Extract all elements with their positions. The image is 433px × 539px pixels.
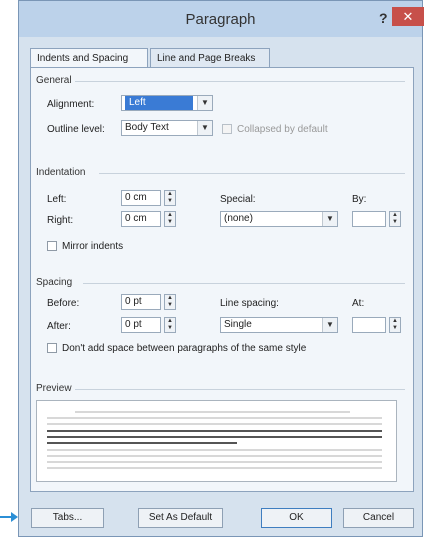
spacing-before-label: Before:	[47, 298, 80, 309]
spacing-section-title: Spacing	[36, 277, 73, 288]
ok-button-label: OK	[289, 512, 304, 523]
cancel-button-label: Cancel	[362, 512, 395, 523]
general-divider	[75, 81, 405, 82]
indent-right-value: 0 cm	[125, 213, 147, 224]
title-bar[interactable]: Paragraph ? ✕	[19, 1, 424, 37]
line-spacing-label: Line spacing:	[220, 298, 279, 309]
dont-add-space-checkbox[interactable]	[47, 343, 57, 353]
preview-section-title: Preview	[36, 383, 72, 394]
indent-right-input[interactable]: 0 cm	[121, 211, 161, 227]
preview-line	[47, 442, 237, 444]
preview-line	[47, 461, 382, 463]
collapsed-by-default-checkbox[interactable]	[222, 124, 232, 134]
preview-line	[47, 423, 382, 425]
preview-line	[75, 411, 350, 413]
close-button[interactable]: ✕	[392, 7, 424, 26]
indent-left-input[interactable]: 0 cm	[121, 190, 161, 206]
spacing-after-input[interactable]: 0 pt	[121, 317, 161, 333]
alignment-dropdown[interactable]: Left ▼	[121, 95, 213, 111]
special-dropdown[interactable]: (none) ▼	[220, 211, 338, 227]
at-label: At:	[352, 298, 365, 309]
preview-line	[47, 436, 382, 438]
preview-line	[47, 467, 382, 469]
indent-left-label: Left:	[47, 194, 67, 205]
chevron-down-icon: ▼	[322, 318, 337, 332]
indentation-section-title: Indentation	[36, 167, 86, 178]
set-as-default-button-label: Set As Default	[148, 512, 213, 523]
indent-right-label: Right:	[47, 215, 74, 226]
preview-line	[47, 417, 382, 419]
general-section-title: General	[36, 75, 72, 86]
by-spinner[interactable]: ▲ ▼	[389, 211, 401, 227]
line-spacing-value: Single	[224, 319, 252, 330]
tab-indents-and-spacing-label: Indents and Spacing	[37, 53, 129, 64]
alignment-value: Left	[125, 96, 193, 110]
pointer-arrow-icon	[11, 512, 18, 522]
preview-line	[47, 455, 382, 457]
dont-add-space-label: Don't add space between paragraphs of th…	[62, 343, 307, 354]
at-spinner[interactable]: ▲ ▼	[389, 317, 401, 333]
cancel-button[interactable]: Cancel	[343, 508, 414, 528]
indent-left-spinner[interactable]: ▲ ▼	[164, 190, 176, 206]
mirror-indents-checkbox[interactable]	[47, 241, 57, 251]
outline-level-label: Outline level:	[47, 124, 105, 135]
spacing-divider	[83, 283, 405, 284]
paragraph-dialog: Paragraph ? ✕ Indents and Spacing Line a…	[18, 0, 424, 537]
preview-line	[47, 430, 382, 432]
indent-right-spinner[interactable]: ▲ ▼	[164, 211, 176, 227]
chevron-down-icon: ▼	[197, 121, 212, 135]
ok-button[interactable]: OK	[261, 508, 332, 528]
mirror-indents-label: Mirror indents	[62, 241, 124, 252]
window-title: Paragraph	[185, 11, 256, 28]
line-spacing-dropdown[interactable]: Single ▼	[220, 317, 338, 333]
by-label: By:	[352, 194, 367, 205]
alignment-label: Alignment:	[47, 99, 95, 110]
tab-line-and-page-breaks-label: Line and Page Breaks	[157, 53, 256, 64]
preview-pane	[36, 400, 397, 482]
indentation-divider	[99, 173, 405, 174]
tab-line-and-page-breaks[interactable]: Line and Page Breaks	[150, 48, 270, 68]
tabs-button[interactable]: Tabs...	[31, 508, 104, 528]
tabs-button-label: Tabs...	[52, 512, 83, 523]
chevron-down-icon: ▼	[197, 96, 212, 110]
at-input[interactable]	[352, 317, 386, 333]
spacing-after-spinner[interactable]: ▲ ▼	[164, 317, 176, 333]
collapsed-by-default-label: Collapsed by default	[237, 124, 328, 135]
spacing-after-label: After:	[47, 321, 71, 332]
preview-line	[47, 449, 382, 451]
spacing-before-input[interactable]: 0 pt	[121, 294, 161, 310]
indent-left-value: 0 cm	[125, 192, 147, 203]
set-as-default-button[interactable]: Set As Default	[138, 508, 223, 528]
spacing-before-spinner[interactable]: ▲ ▼	[164, 294, 176, 310]
special-label: Special:	[220, 194, 256, 205]
outline-level-dropdown[interactable]: Body Text ▼	[121, 120, 213, 136]
outline-level-value: Body Text	[125, 122, 169, 133]
tab-indents-and-spacing[interactable]: Indents and Spacing	[30, 48, 148, 69]
spacing-after-value: 0 pt	[125, 319, 142, 330]
preview-divider	[75, 389, 405, 390]
spacing-before-value: 0 pt	[125, 296, 142, 307]
chevron-down-icon: ▼	[322, 212, 337, 226]
by-input[interactable]	[352, 211, 386, 227]
special-value: (none)	[224, 213, 253, 224]
help-button[interactable]: ?	[379, 10, 388, 26]
